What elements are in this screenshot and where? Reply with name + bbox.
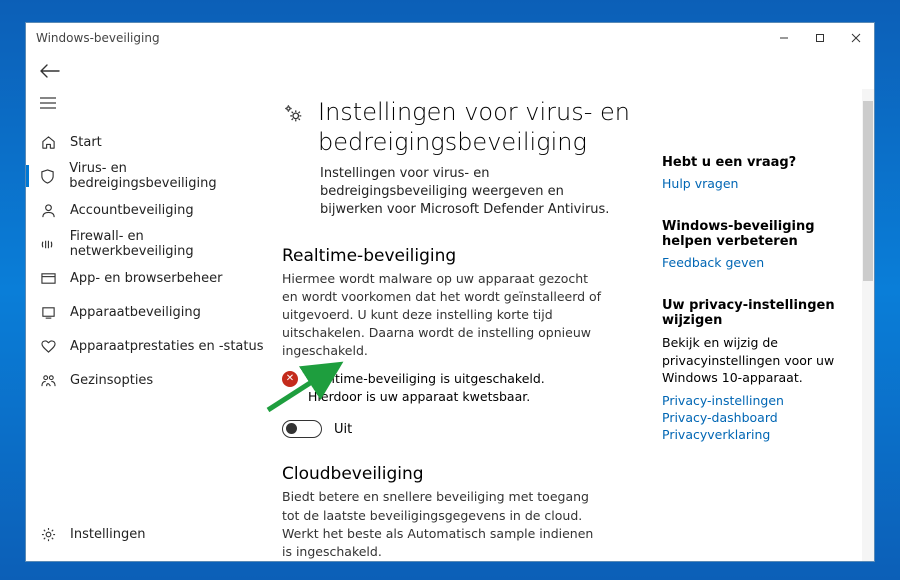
main-content: Instellingen voor virus- en bedreigingsb… xyxy=(282,89,662,561)
privacy-dashboard-link[interactable]: Privacy-dashboard xyxy=(662,410,850,425)
heart-icon xyxy=(40,339,56,354)
shield-icon xyxy=(40,169,55,184)
sidebar-item-label: Apparaatbeveiliging xyxy=(70,305,201,320)
aside-privacy-desc: Bekijk en wijzig de privacyinstellingen … xyxy=(662,334,850,387)
realtime-warning-text: Realtime-beveiliging is uitgeschakeld. H… xyxy=(308,370,602,406)
aside-improve-heading: Windows-beveiliging helpen verbeteren xyxy=(662,219,850,249)
browser-icon xyxy=(40,271,56,286)
app-window: Windows-beveiliging Start Virus- xyxy=(25,22,875,562)
wifi-icon xyxy=(40,237,56,252)
gear-icon xyxy=(40,527,56,542)
window-title: Windows-beveiliging xyxy=(36,31,160,45)
privacy-settings-link[interactable]: Privacy-instellingen xyxy=(662,393,850,408)
realtime-warning: ✕ Realtime-beveiliging is uitgeschakeld.… xyxy=(282,370,602,406)
sidebar-item-start[interactable]: Start xyxy=(26,125,282,159)
sidebar-item-label: Apparaatprestaties en -status xyxy=(70,339,264,354)
aside-panel: Hebt u een vraag? Hulp vragen Windows-be… xyxy=(662,89,862,561)
realtime-heading: Realtime-beveiliging xyxy=(282,246,602,266)
sidebar-item-firewall[interactable]: Firewall- en netwerkbeveiliging xyxy=(26,227,282,261)
sidebar-item-performance[interactable]: Apparaatprestaties en -status xyxy=(26,329,282,363)
sidebar-item-label: Virus- en bedreigingsbeveiliging xyxy=(69,161,268,191)
sidebar-item-label: Gezinsopties xyxy=(70,373,153,388)
sidebar-item-label: Start xyxy=(70,135,102,150)
person-icon xyxy=(40,203,56,218)
error-icon: ✕ xyxy=(282,371,298,387)
sidebar-item-settings[interactable]: Instellingen xyxy=(26,517,282,551)
page-title: Instellingen voor virus- en bedreigingsb… xyxy=(318,97,644,157)
cloud-heading: Cloudbeveiliging xyxy=(282,464,602,484)
realtime-section: Realtime-beveiliging Hiermee wordt malwa… xyxy=(282,246,602,439)
minimize-button[interactable] xyxy=(766,23,802,53)
sidebar-item-app-browser[interactable]: App- en browserbeheer xyxy=(26,261,282,295)
sidebar-item-device[interactable]: Apparaatbeveiliging xyxy=(26,295,282,329)
sidebar-item-label: Accountbeveiliging xyxy=(70,203,194,218)
family-icon xyxy=(40,373,56,388)
sidebar: Start Virus- en bedreigingsbeveiliging A… xyxy=(26,89,282,561)
realtime-toggle[interactable] xyxy=(282,420,322,438)
realtime-toggle-label: Uit xyxy=(334,422,352,437)
privacy-statement-link[interactable]: Privacyverklaring xyxy=(662,427,850,442)
device-icon xyxy=(40,305,56,320)
sidebar-item-family[interactable]: Gezinsopties xyxy=(26,363,282,397)
close-button[interactable] xyxy=(838,23,874,53)
sidebar-item-virus[interactable]: Virus- en bedreigingsbeveiliging xyxy=(26,159,282,193)
sidebar-item-label: App- en browserbeheer xyxy=(70,271,222,286)
aside-question-heading: Hebt u een vraag? xyxy=(662,155,850,170)
aside-privacy-heading: Uw privacy-instellingen wijzigen xyxy=(662,298,850,328)
cloud-description: Biedt betere en snellere beveiliging met… xyxy=(282,488,602,561)
maximize-button[interactable] xyxy=(802,23,838,53)
page-description: Instellingen voor virus- en bedreigingsb… xyxy=(320,165,620,220)
sidebar-item-account[interactable]: Accountbeveiliging xyxy=(26,193,282,227)
scrollbar[interactable] xyxy=(862,89,874,561)
home-icon xyxy=(40,135,56,150)
page-title-icon xyxy=(282,103,304,125)
title-bar: Windows-beveiliging xyxy=(26,23,874,53)
realtime-description: Hiermee wordt malware op uw apparaat gez… xyxy=(282,270,602,361)
back-row xyxy=(26,53,874,89)
hamburger-button[interactable] xyxy=(26,89,282,119)
back-button[interactable] xyxy=(40,64,60,78)
sidebar-item-label: Instellingen xyxy=(70,527,146,542)
scrollbar-thumb[interactable] xyxy=(863,101,873,281)
help-link[interactable]: Hulp vragen xyxy=(662,176,850,191)
feedback-link[interactable]: Feedback geven xyxy=(662,255,850,270)
sidebar-item-label: Firewall- en netwerkbeveiliging xyxy=(70,229,268,259)
cloud-section: Cloudbeveiliging Biedt betere en sneller… xyxy=(282,464,602,561)
